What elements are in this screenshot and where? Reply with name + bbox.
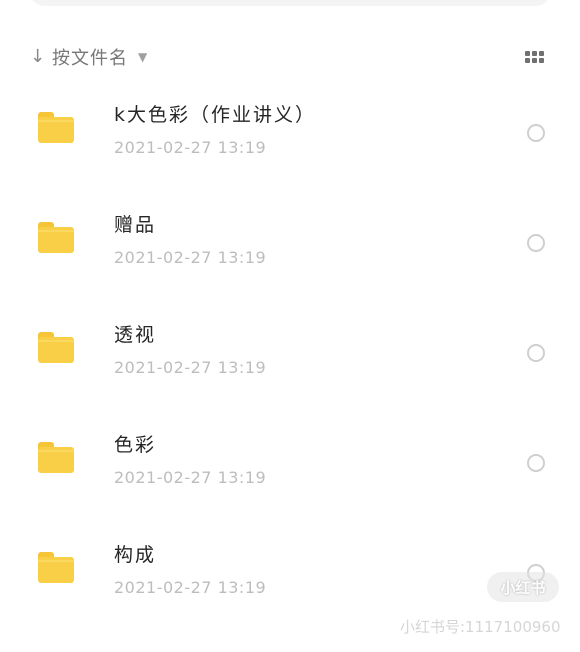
select-radio-button[interactable]	[527, 344, 545, 362]
sort-label: 按文件名	[52, 48, 128, 69]
file-row[interactable]: 透视 2021-02-27 13:19	[0, 302, 580, 412]
sort-control[interactable]: ↓ 按文件名 ▼	[30, 44, 147, 70]
file-name: 色彩	[114, 434, 157, 456]
grid-view-toggle[interactable]	[525, 51, 545, 65]
file-name: 赠品	[114, 214, 157, 236]
folder-icon	[38, 222, 74, 253]
file-row[interactable]: 赠品 2021-02-27 13:19	[0, 192, 580, 302]
file-row[interactable]: k大色彩（作业讲义） 2021-02-27 13:19	[0, 82, 580, 192]
file-name: k大色彩（作业讲义）	[114, 104, 317, 126]
file-date: 2021-02-27 13:19	[114, 578, 267, 597]
watermark-id: 小红书号:1117100960	[400, 618, 561, 636]
watermark-badge: 小红书	[487, 572, 559, 602]
folder-icon	[38, 552, 74, 583]
file-name: 透视	[114, 324, 157, 346]
file-date: 2021-02-27 13:19	[114, 358, 267, 377]
file-name: 构成	[114, 544, 157, 566]
grid-view-icon	[525, 51, 530, 56]
select-radio-button[interactable]	[527, 124, 545, 142]
file-date: 2021-02-27 13:19	[114, 138, 267, 157]
file-row[interactable]: 色彩 2021-02-27 13:19	[0, 412, 580, 522]
chevron-down-icon: ▼	[138, 50, 148, 64]
file-list: k大色彩（作业讲义） 2021-02-27 13:19 赠品 2021-02-2…	[0, 82, 580, 632]
select-radio-button[interactable]	[527, 454, 545, 472]
folder-icon	[38, 112, 74, 143]
select-radio-button[interactable]	[527, 234, 545, 252]
folder-icon	[38, 332, 74, 363]
file-date: 2021-02-27 13:19	[114, 468, 267, 487]
file-date: 2021-02-27 13:19	[114, 248, 267, 267]
search-bar-edge[interactable]	[30, 0, 550, 6]
folder-icon	[38, 442, 74, 473]
arrow-down-icon: ↓	[30, 46, 46, 67]
